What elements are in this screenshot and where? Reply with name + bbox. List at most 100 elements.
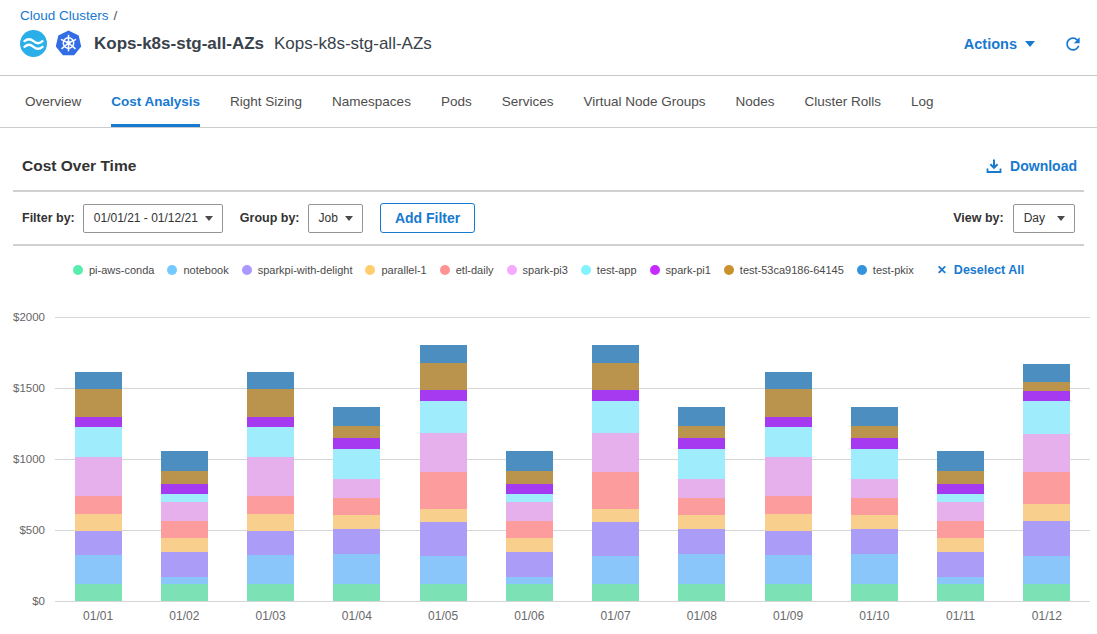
bar-01/08[interactable] <box>659 317 745 601</box>
bar-segment-parallel-1[interactable] <box>851 515 898 529</box>
bar-segment-test-pkix[interactable] <box>333 407 380 426</box>
bar-segment-etl-daily[interactable] <box>161 521 208 538</box>
bar-segment-test-app[interactable] <box>851 449 898 480</box>
bar-segment-test-app[interactable] <box>75 427 122 458</box>
bar-segment-sparkpi-with-delight[interactable] <box>75 531 122 555</box>
bar-segment-notebook[interactable] <box>851 554 898 584</box>
bar-01/05[interactable] <box>400 317 486 601</box>
bar-segment-notebook[interactable] <box>765 555 812 583</box>
bar-segment-parallel-1[interactable] <box>592 509 639 521</box>
bar-segment-spark-pi3[interactable] <box>161 502 208 521</box>
breadcrumb-link[interactable]: Cloud Clusters <box>20 8 109 23</box>
bar-segment-sparkpi-with-delight[interactable] <box>247 531 294 555</box>
bar-segment-test-app[interactable] <box>592 401 639 434</box>
bar-segment-pi-aws-conda[interactable] <box>75 584 122 601</box>
bar-segment-test-53ca9186-64145[interactable] <box>161 471 208 484</box>
date-range-select[interactable]: 01/01/21 - 01/12/21 <box>83 204 223 233</box>
group-by-select[interactable]: Job <box>308 204 363 233</box>
bar-segment-test-53ca9186-64145[interactable] <box>678 426 725 438</box>
tab-nodes[interactable]: Nodes <box>736 76 775 127</box>
bar-01/04[interactable] <box>314 317 400 601</box>
bar-01/06[interactable] <box>486 317 572 601</box>
bar-segment-test-app[interactable] <box>506 494 553 501</box>
actions-button[interactable]: Actions <box>964 36 1035 52</box>
legend-item-test-app[interactable]: test-app <box>581 264 637 276</box>
bar-segment-notebook[interactable] <box>247 555 294 583</box>
tab-cost-analysis[interactable]: Cost Analysis <box>111 76 200 127</box>
bar-segment-etl-daily[interactable] <box>247 496 294 514</box>
bar-segment-parallel-1[interactable] <box>161 538 208 552</box>
bar-segment-sparkpi-with-delight[interactable] <box>161 552 208 577</box>
bar-segment-notebook[interactable] <box>592 556 639 584</box>
download-button[interactable]: Download <box>986 158 1077 174</box>
bar-segment-parallel-1[interactable] <box>506 538 553 552</box>
bar-segment-spark-pi1[interactable] <box>420 390 467 400</box>
bar-segment-spark-pi1[interactable] <box>765 417 812 426</box>
bar-segment-etl-daily[interactable] <box>678 498 725 515</box>
bar-segment-test-53ca9186-64145[interactable] <box>247 389 294 417</box>
bar-segment-sparkpi-with-delight[interactable] <box>678 529 725 553</box>
bar-segment-parallel-1[interactable] <box>1023 504 1070 521</box>
bar-segment-parallel-1[interactable] <box>420 509 467 521</box>
bar-segment-sparkpi-with-delight[interactable] <box>420 522 467 556</box>
bar-segment-pi-aws-conda[interactable] <box>765 584 812 601</box>
bar-segment-test-53ca9186-64145[interactable] <box>765 389 812 417</box>
bar-segment-sparkpi-with-delight[interactable] <box>1023 521 1070 556</box>
bar-segment-test-53ca9186-64145[interactable] <box>937 471 984 484</box>
bar-01/07[interactable] <box>573 317 659 601</box>
bar-segment-spark-pi1[interactable] <box>678 438 725 448</box>
breadcrumb[interactable]: Cloud Clusters/ <box>20 8 1083 23</box>
bar-segment-spark-pi1[interactable] <box>247 417 294 426</box>
bar-segment-notebook[interactable] <box>1023 556 1070 584</box>
bar-segment-test-pkix[interactable] <box>420 345 467 363</box>
bar-segment-spark-pi1[interactable] <box>161 484 208 495</box>
bar-segment-test-pkix[interactable] <box>75 372 122 389</box>
bar-segment-etl-daily[interactable] <box>333 498 380 515</box>
bar-segment-pi-aws-conda[interactable] <box>247 584 294 601</box>
bar-segment-parallel-1[interactable] <box>333 515 380 529</box>
tab-overview[interactable]: Overview <box>25 76 81 127</box>
bar-segment-spark-pi3[interactable] <box>420 433 467 471</box>
bar-segment-spark-pi1[interactable] <box>851 438 898 448</box>
bar-segment-test-app[interactable] <box>678 449 725 480</box>
bar-segment-pi-aws-conda[interactable] <box>678 584 725 601</box>
bar-segment-parallel-1[interactable] <box>765 514 812 531</box>
bar-segment-pi-aws-conda[interactable] <box>506 584 553 601</box>
bar-segment-sparkpi-with-delight[interactable] <box>851 529 898 553</box>
bar-segment-notebook[interactable] <box>937 577 984 584</box>
legend-item-parallel-1[interactable]: parallel-1 <box>365 264 426 276</box>
add-filter-button[interactable]: Add Filter <box>380 203 475 233</box>
bar-segment-notebook[interactable] <box>333 554 380 584</box>
bar-segment-spark-pi3[interactable] <box>765 457 812 495</box>
tab-virtual-node-groups[interactable]: Virtual Node Groups <box>583 76 705 127</box>
legend-item-spark-pi3[interactable]: spark-pi3 <box>507 264 568 276</box>
bar-segment-test-53ca9186-64145[interactable] <box>851 426 898 438</box>
bar-segment-test-pkix[interactable] <box>1023 364 1070 382</box>
bar-segment-test-app[interactable] <box>333 449 380 480</box>
bar-segment-notebook[interactable] <box>678 554 725 584</box>
bar-segment-test-app[interactable] <box>161 494 208 501</box>
bar-segment-test-pkix[interactable] <box>937 451 984 471</box>
legend-item-etl-daily[interactable]: etl-daily <box>440 264 494 276</box>
bar-segment-notebook[interactable] <box>161 577 208 584</box>
bar-segment-etl-daily[interactable] <box>1023 472 1070 504</box>
bar-segment-spark-pi3[interactable] <box>247 457 294 495</box>
bar-segment-test-app[interactable] <box>1023 401 1070 434</box>
bar-segment-sparkpi-with-delight[interactable] <box>592 522 639 556</box>
deselect-all-button[interactable]: ✕Deselect All <box>937 263 1024 277</box>
tab-log[interactable]: Log <box>911 76 934 127</box>
bar-segment-test-53ca9186-64145[interactable] <box>592 363 639 390</box>
bar-segment-parallel-1[interactable] <box>75 514 122 531</box>
legend-item-notebook[interactable]: notebook <box>167 264 228 276</box>
bar-segment-test-pkix[interactable] <box>506 451 553 471</box>
bar-segment-etl-daily[interactable] <box>592 472 639 509</box>
bar-01/09[interactable] <box>745 317 831 601</box>
legend-item-pi-aws-conda[interactable]: pi-aws-conda <box>73 264 154 276</box>
refresh-button[interactable] <box>1063 34 1083 54</box>
bar-segment-test-app[interactable] <box>937 494 984 501</box>
bar-segment-parallel-1[interactable] <box>678 515 725 529</box>
tab-cluster-rolls[interactable]: Cluster Rolls <box>805 76 882 127</box>
bar-segment-etl-daily[interactable] <box>937 521 984 538</box>
legend-item-test-pkix[interactable]: test-pkix <box>857 264 914 276</box>
bar-01/01[interactable] <box>55 317 141 601</box>
